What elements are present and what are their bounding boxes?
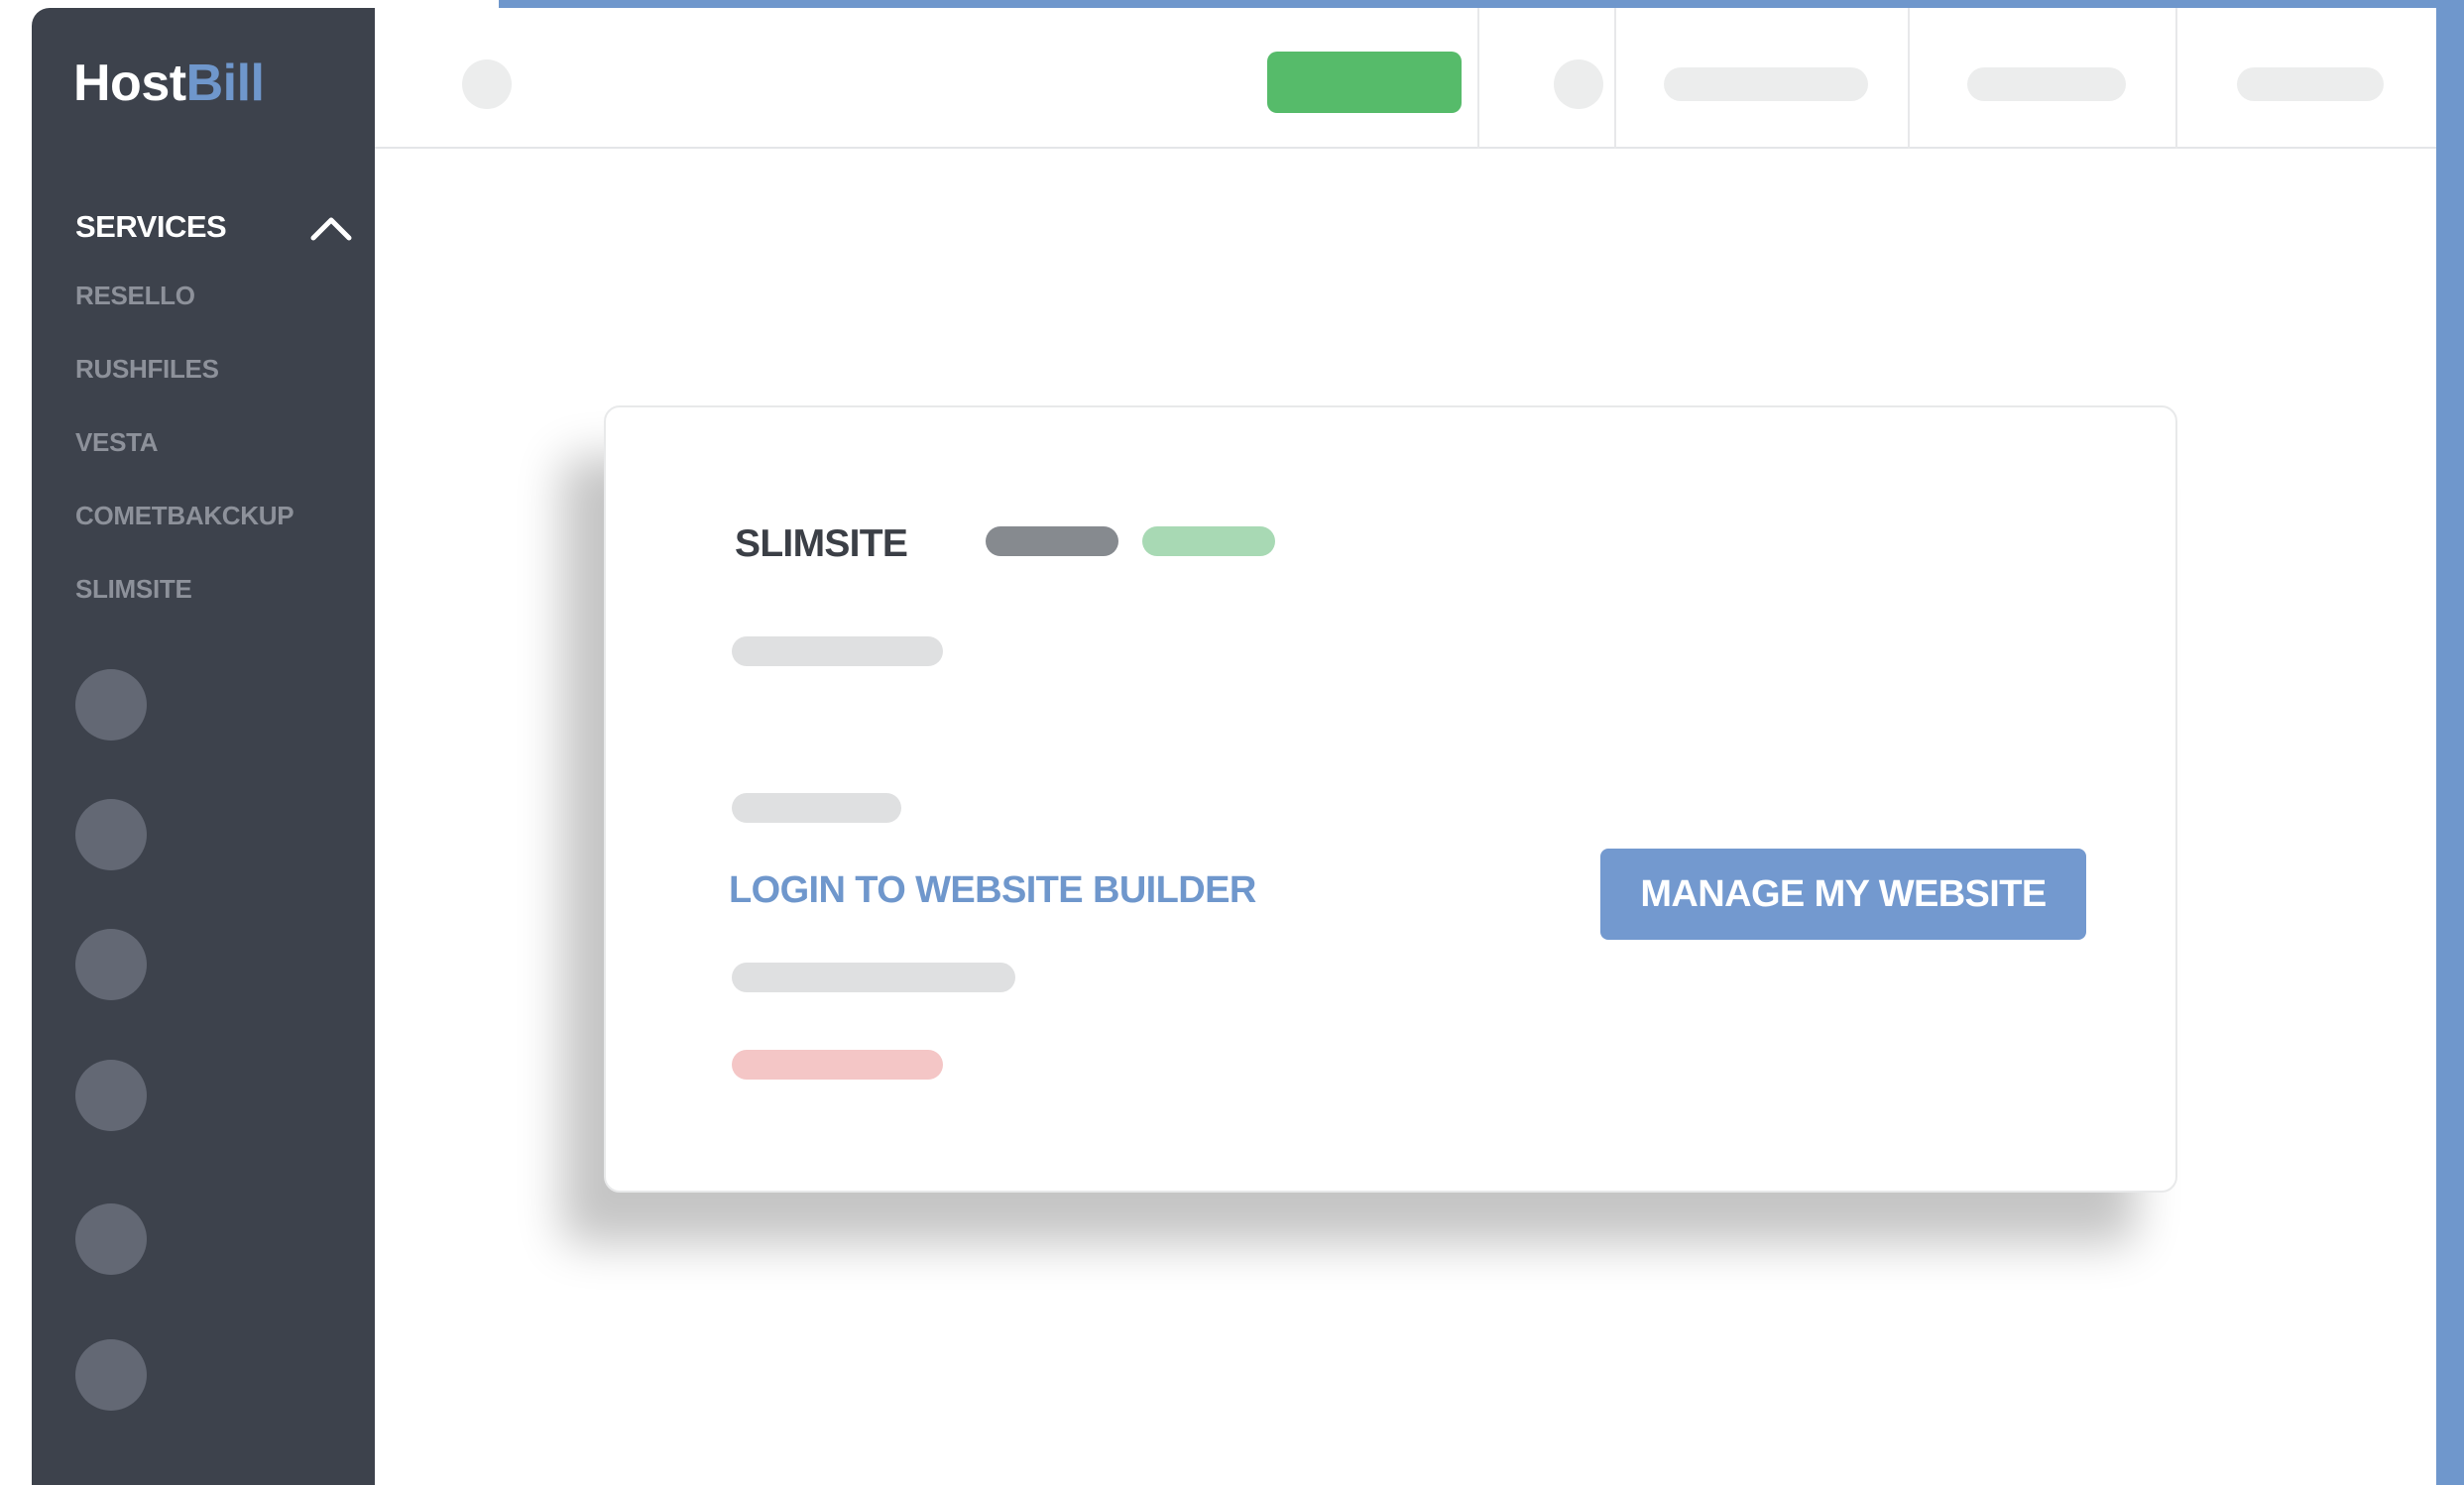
sidebar-placeholder-icon[interactable] <box>75 929 147 1000</box>
service-card: SLIMSITE LOGIN TO WEBSITE BUILDER MANAGE… <box>604 405 2177 1193</box>
sidebar-item-slimsite[interactable]: SLIMSITE <box>75 569 192 609</box>
top-bar <box>375 8 2436 149</box>
services-section-label: SERVICES <box>75 209 227 244</box>
frame-right-border <box>2436 0 2464 1485</box>
topbar-divider <box>1908 8 1910 149</box>
manage-website-button[interactable]: MANAGE MY WEBSITE <box>1600 849 2086 940</box>
status-badge <box>1142 526 1275 556</box>
topbar-divider <box>1614 8 1616 149</box>
topbar-placeholder-pill[interactable] <box>2237 67 2384 101</box>
placeholder-line <box>732 793 901 823</box>
sidebar-item-vesta[interactable]: VESTA <box>75 422 159 462</box>
sidebar-item-cometbackup[interactable]: COMETBAKCKUP <box>75 496 294 535</box>
sidebar-item-rushfiles[interactable]: RUSHFILES <box>75 349 219 389</box>
app-window: HostBill SERVICES RESELLO RUSHFILES VEST… <box>32 8 2436 1485</box>
placeholder-line-alert <box>732 1050 943 1080</box>
frame-top-border <box>499 0 2464 8</box>
topbar-placeholder-pill[interactable] <box>1664 67 1868 101</box>
placeholder-line <box>732 963 1015 992</box>
status-badge <box>986 526 1118 556</box>
topbar-placeholder-pill[interactable] <box>1967 67 2126 101</box>
login-website-builder-link[interactable]: LOGIN TO WEBSITE BUILDER <box>729 869 1256 912</box>
services-section-toggle[interactable]: SERVICES <box>75 202 353 252</box>
topbar-placeholder-icon[interactable] <box>462 59 512 109</box>
sidebar: HostBill SERVICES RESELLO RUSHFILES VEST… <box>32 8 375 1485</box>
topbar-divider <box>2175 8 2177 149</box>
topbar-placeholder-icon[interactable] <box>1554 59 1603 109</box>
placeholder-line <box>732 636 943 666</box>
sidebar-placeholder-icon[interactable] <box>75 669 147 741</box>
logo-text-host: Host <box>73 55 186 112</box>
sidebar-placeholder-icon[interactable] <box>75 799 147 870</box>
chevron-up-icon <box>310 217 352 241</box>
sidebar-placeholder-icon[interactable] <box>75 1339 147 1411</box>
sidebar-placeholder-icon[interactable] <box>75 1060 147 1131</box>
service-title: SLIMSITE <box>735 522 908 565</box>
topbar-green-button[interactable] <box>1267 52 1462 113</box>
sidebar-item-resello[interactable]: RESELLO <box>75 276 195 315</box>
sidebar-placeholder-icon[interactable] <box>75 1203 147 1275</box>
logo-text-bill: Bill <box>185 55 265 112</box>
topbar-divider <box>1477 8 1479 149</box>
hostbill-logo[interactable]: HostBill <box>73 54 265 113</box>
